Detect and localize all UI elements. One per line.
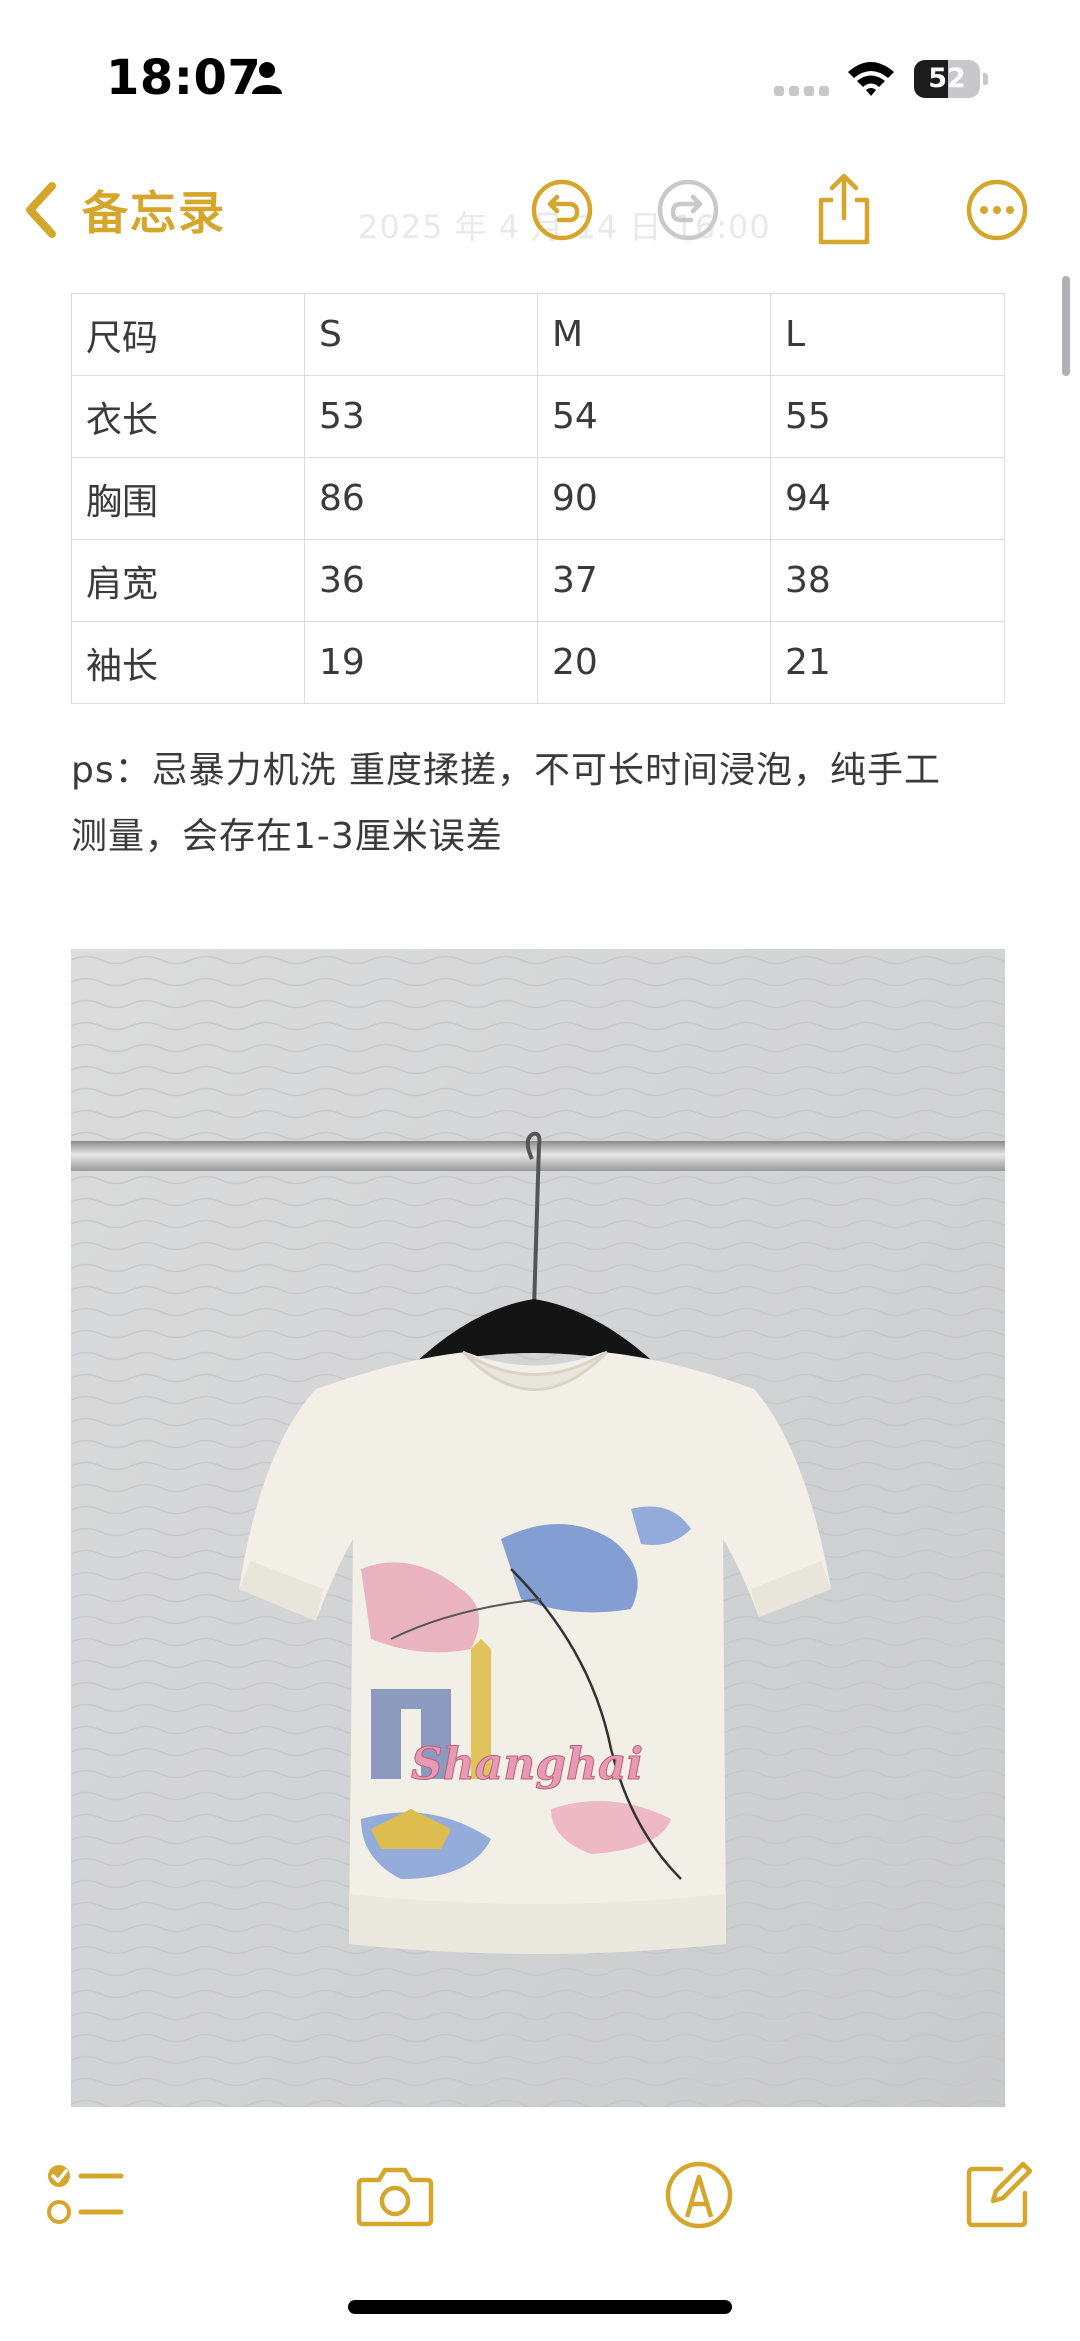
status-time: 18:07 bbox=[106, 50, 262, 106]
table-cell[interactable]: M bbox=[537, 293, 771, 376]
table-cell[interactable]: 94 bbox=[770, 457, 1005, 540]
size-table: 尺码 S M L 衣长 53 54 55 胸围 86 90 94 肩宽 36 3… bbox=[71, 293, 1005, 704]
markup-button[interactable] bbox=[654, 2150, 744, 2240]
back-button[interactable]: 备忘录 bbox=[20, 172, 226, 248]
table-cell[interactable]: S bbox=[304, 293, 538, 376]
table-row: 尺码 S M L bbox=[71, 293, 1005, 376]
signal-icon bbox=[774, 86, 829, 96]
note-body-text[interactable]: ps：忌暴力机洗 重度揉搓，不可长时间浸泡，纯手工 测量，会存在1-3厘米误差 bbox=[71, 738, 1021, 870]
camera-icon bbox=[356, 2167, 434, 2227]
sweater-print-text: Shanghai bbox=[411, 1739, 643, 1790]
note-line: ps：忌暴力机洗 重度揉搓，不可长时间浸泡，纯手工 bbox=[71, 750, 942, 791]
home-indicator[interactable] bbox=[348, 2300, 732, 2314]
table-cell[interactable]: 37 bbox=[537, 539, 771, 622]
nav-bar: 2025 年 4 月 14 日 16:00 备忘录 bbox=[0, 150, 1080, 268]
table-cell[interactable]: 袖长 bbox=[71, 621, 305, 704]
person-icon bbox=[252, 62, 282, 94]
table-cell[interactable]: 90 bbox=[537, 457, 771, 540]
camera-button[interactable] bbox=[350, 2150, 440, 2240]
table-cell[interactable]: 衣长 bbox=[71, 375, 305, 458]
more-button[interactable] bbox=[957, 170, 1037, 250]
table-cell[interactable]: 38 bbox=[770, 539, 1005, 622]
share-icon bbox=[818, 173, 870, 245]
markup-icon bbox=[665, 2161, 733, 2229]
table-row: 衣长 53 54 55 bbox=[71, 375, 1005, 458]
table-cell[interactable]: 86 bbox=[304, 457, 538, 540]
back-label: 备忘录 bbox=[82, 186, 226, 240]
table-cell[interactable]: 19 bbox=[304, 621, 538, 704]
table-cell[interactable]: 胸围 bbox=[71, 457, 305, 540]
table-cell[interactable]: 36 bbox=[304, 539, 538, 622]
table-cell[interactable]: 21 bbox=[770, 621, 1005, 704]
more-icon bbox=[966, 179, 1028, 241]
sweater-image: Shanghai bbox=[71, 949, 1005, 2107]
table-cell[interactable]: 肩宽 bbox=[71, 539, 305, 622]
battery-cap bbox=[983, 73, 988, 85]
compose-icon bbox=[966, 2161, 1033, 2228]
table-cell[interactable]: 54 bbox=[537, 375, 771, 458]
redo-icon bbox=[657, 179, 719, 241]
undo-icon bbox=[531, 179, 593, 241]
battery-level: 52 bbox=[928, 63, 966, 94]
table-cell[interactable]: 55 bbox=[770, 375, 1005, 458]
checklist-icon bbox=[47, 2165, 124, 2224]
scroll-indicator[interactable] bbox=[1062, 276, 1070, 376]
sweater-photo[interactable]: Shanghai bbox=[71, 949, 1005, 2107]
note-line: 测量，会存在1-3厘米误差 bbox=[71, 816, 503, 857]
table-cell[interactable]: L bbox=[770, 293, 1005, 376]
battery-body: 52 bbox=[914, 60, 980, 98]
status-bar: 18:07 52 bbox=[0, 0, 1080, 150]
notes-screen: 18:07 52 2025 年 4 月 14 日 16:00 备忘录 尺码 S … bbox=[0, 0, 1080, 2341]
table-row: 胸围 86 90 94 bbox=[71, 457, 1005, 540]
wifi-icon bbox=[848, 62, 894, 96]
undo-button[interactable] bbox=[522, 170, 602, 250]
compose-button[interactable] bbox=[954, 2150, 1044, 2240]
table-cell[interactable]: 尺码 bbox=[71, 293, 305, 376]
table-row: 肩宽 36 37 38 bbox=[71, 539, 1005, 622]
chevron-left-icon bbox=[26, 182, 56, 238]
table-cell[interactable]: 20 bbox=[537, 621, 771, 704]
share-button[interactable] bbox=[804, 170, 884, 250]
redo-button[interactable] bbox=[648, 170, 728, 250]
checklist-button[interactable] bbox=[40, 2150, 130, 2240]
table-row: 袖长 19 20 21 bbox=[71, 621, 1005, 704]
battery-indicator: 52 bbox=[914, 60, 988, 98]
table-cell[interactable]: 53 bbox=[304, 375, 538, 458]
